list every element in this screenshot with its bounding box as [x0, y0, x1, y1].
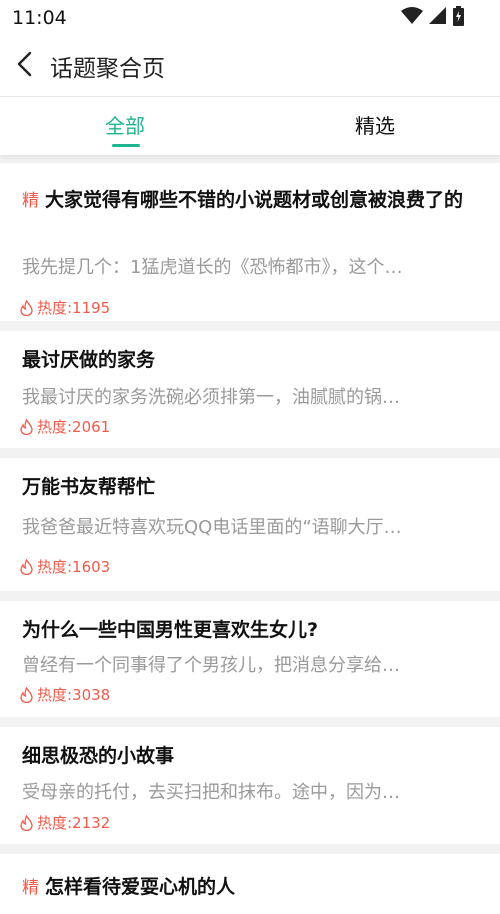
topic-snippet: 曾经有一个同事得了个男孩儿，把消息分享给… [22, 655, 400, 676]
tab-bar: 全部 精选 [0, 97, 500, 155]
featured-badge: 精 [22, 878, 39, 898]
topic-title-text: 怎样看待爱耍心机的人 [45, 876, 236, 898]
page-title: 话题聚合页 [50, 56, 165, 82]
topic-snippet: 我先提几个：1猛虎道长的《恐怖都市》，这个… [22, 257, 403, 278]
heat-value: 热度:1195 [37, 299, 111, 317]
topic-title-text: 细思极恐的小故事 [22, 745, 175, 767]
topic-snippet: 我爸爸最近特喜欢玩QQ电话里面的“语聊大厅… [22, 517, 402, 538]
tab-all[interactable]: 全部 [0, 97, 250, 155]
flame-icon [20, 686, 33, 703]
heat-value: 热度:3038 [37, 686, 111, 704]
topic-snippet: 我最讨厌的家务洗碗必须排第一，油腻腻的锅… [22, 387, 400, 408]
topic-title: 最讨厌做的家务 [22, 345, 155, 375]
topic-list: 精大家觉得有哪些不错的小说题材或创意被浪费了的 我先提几个：1猛虎道长的《恐怖都… [0, 163, 500, 914]
heat-indicator: 热度:2061 [20, 416, 110, 437]
topic-title-text: 大家觉得有哪些不错的小说题材或创意被浪费了的 [45, 189, 464, 211]
app-bar: 话题聚合页 [0, 34, 500, 97]
topic-card[interactable]: 精怎样看待爱耍心机的人 [0, 854, 500, 914]
topic-title-text: 最讨厌做的家务 [22, 349, 156, 371]
tab-indicator [112, 144, 140, 147]
topic-title: 精怎样看待爱耍心机的人 [22, 872, 472, 903]
topic-snippet: 受母亲的托付，去买扫把和抹布。途中，因为… [22, 782, 400, 803]
status-bar: 11:04 [0, 0, 500, 34]
topic-card[interactable]: 为什么一些中国男性更喜欢生女儿? 曾经有一个同事得了个男孩儿，把消息分享给… 热… [0, 601, 500, 717]
signal-icon [429, 7, 446, 24]
heat-value: 热度:2061 [37, 418, 111, 436]
battery-charging-icon [453, 6, 464, 26]
topic-card[interactable]: 万能书友帮帮忙 我爸爸最近特喜欢玩QQ电话里面的“语聊大厅… 热度:1603 [0, 458, 500, 591]
topic-title: 万能书友帮帮忙 [22, 472, 155, 502]
tab-featured-label: 精选 [355, 114, 395, 138]
topic-title: 精大家觉得有哪些不错的小说题材或创意被浪费了的 [22, 185, 472, 216]
status-icons [401, 6, 464, 26]
heat-indicator: 热度:3038 [20, 684, 110, 705]
back-button[interactable] [10, 48, 42, 80]
flame-icon [20, 814, 33, 831]
topic-card[interactable]: 细思极恐的小故事 受母亲的托付，去买扫把和抹布。途中，因为… 热度:2132 [0, 727, 500, 844]
tab-all-label: 全部 [105, 114, 145, 138]
topic-title-text: 为什么一些中国男性更喜欢生女儿? [22, 619, 319, 641]
flame-icon [20, 299, 33, 316]
heat-indicator: 热度:1195 [20, 297, 110, 318]
heat-indicator: 热度:1603 [20, 556, 110, 577]
featured-badge: 精 [22, 191, 39, 211]
flame-icon [20, 418, 33, 435]
topic-title: 细思极恐的小故事 [22, 741, 174, 771]
topic-title: 为什么一些中国男性更喜欢生女儿? [22, 615, 318, 645]
tab-featured[interactable]: 精选 [250, 97, 500, 155]
status-time: 11:04 [12, 7, 67, 29]
topic-card[interactable]: 精大家觉得有哪些不错的小说题材或创意被浪费了的 我先提几个：1猛虎道长的《恐怖都… [0, 163, 500, 321]
heat-indicator: 热度:2132 [20, 812, 110, 833]
heat-value: 热度:2132 [37, 814, 111, 832]
heat-value: 热度:1603 [37, 558, 111, 576]
wifi-icon [401, 7, 423, 24]
topic-title-text: 万能书友帮帮忙 [22, 476, 156, 498]
back-arrow-icon [17, 51, 32, 77]
topic-card[interactable]: 最讨厌做的家务 我最讨厌的家务洗碗必须排第一，油腻腻的锅… 热度:2061 [0, 331, 500, 448]
flame-icon [20, 558, 33, 575]
